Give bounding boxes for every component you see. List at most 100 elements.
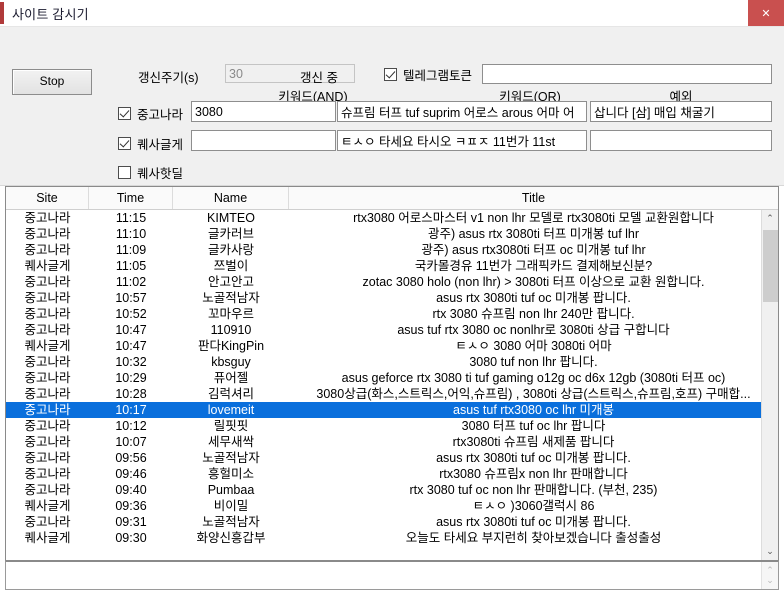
table-row[interactable]: 중고나라 11:09 글카사랑 광주) asus rtx3080ti 터프 oc 미개… bbox=[6, 242, 778, 258]
table-row[interactable]: 중고나라 09:46 흥헐미소 rtx3080 슈프림x non lhr 판매합니다 bbox=[6, 466, 778, 482]
checkbox-box-telegram[interactable] bbox=[384, 68, 397, 81]
cell-name: 글카러브 bbox=[207, 227, 254, 241]
table-row[interactable]: 중고나라 10:12 릴핏핏 3080 터프 tuf oc lhr 팝니다 bbox=[6, 418, 778, 434]
cell-site: 중고나라 bbox=[24, 515, 71, 529]
cell-title: 3080상급(화스,스트릭스,어익,슈프림) , 3080ti 상급(스트릭스,… bbox=[316, 387, 751, 401]
cell-site: 중고나라 bbox=[24, 355, 71, 369]
cell-site: 중고나라 bbox=[24, 307, 71, 321]
site-label-1: 퀘사글게 bbox=[137, 138, 184, 152]
table-row[interactable]: 중고나라 09:40 Pumbaa rtx 3080 tuf oc non lhr 판… bbox=[6, 482, 778, 498]
checkbox-box-site-1[interactable] bbox=[118, 137, 131, 150]
scroll-up-arrow-icon[interactable]: ⌃ bbox=[762, 210, 778, 227]
keyword-and-input-0[interactable] bbox=[191, 101, 336, 122]
exception-input-1[interactable] bbox=[590, 130, 772, 151]
cell-time: 10:52 bbox=[115, 307, 147, 321]
cell-site: 중고나라 bbox=[24, 403, 71, 417]
cell-time: 10:32 bbox=[115, 355, 147, 369]
cell-site: 중고나라 bbox=[24, 419, 71, 433]
telegram-token-checkbox[interactable]: 텔레그램토큰 bbox=[384, 65, 472, 84]
detail-vertical-scrollbar[interactable]: ⌃ ⌄ bbox=[761, 562, 778, 589]
cell-name: 110910 bbox=[210, 323, 252, 337]
detail-panel: ⌃ ⌄ bbox=[5, 560, 779, 590]
cell-name: 김럭셔리 bbox=[207, 387, 254, 401]
table-row[interactable]: 중고나라 10:29 퓨어젤 asus geforce rtx 3080 ti tuf… bbox=[6, 370, 778, 386]
table-row[interactable]: 중고나라 10:32 kbsguy 3080 tuf non lhr 팝니다. bbox=[6, 354, 778, 370]
site-label-2: 퀘사핫딜 bbox=[137, 167, 184, 181]
telegram-token-input[interactable] bbox=[482, 64, 772, 84]
table-row[interactable]: 중고나라 10:47 110910 asus tuf rtx 3080 oc nonl… bbox=[6, 322, 778, 338]
close-button[interactable]: ✕ bbox=[748, 0, 784, 26]
keyword-or-input-0[interactable] bbox=[337, 101, 587, 122]
table-row[interactable]: 중고나라 11:10 글카러브 광주) asus rtx 3080ti 터프 미개봉 … bbox=[6, 226, 778, 242]
column-header-time[interactable]: Time bbox=[89, 187, 173, 209]
table-row[interactable]: 중고나라 09:31 노골적남자 asus rtx 3080ti tuf oc 미개봉… bbox=[6, 514, 778, 530]
table-row[interactable]: 퀘사글게 10:47 판다KingPin ㅌㅅㅇ 3080 어마 3080ti 어마 bbox=[6, 338, 778, 354]
column-header-title[interactable]: Title bbox=[289, 187, 778, 209]
cell-site: 중고나라 bbox=[24, 227, 71, 241]
cell-site: 중고나라 bbox=[24, 275, 71, 289]
cell-name: 화양신흥갑부 bbox=[196, 531, 266, 545]
cell-name: 쯔벌이 bbox=[213, 259, 249, 273]
table-row[interactable]: 중고나라 10:07 세무새싹 rtx3080ti 슈프림 새제품 팝니다 bbox=[6, 434, 778, 450]
cell-time: 11:15 bbox=[115, 211, 147, 225]
site-checkbox-1[interactable]: 퀘사글게 bbox=[118, 134, 183, 153]
table-row[interactable]: 중고나라 10:57 노골적남자 asus rtx 3080ti tuf oc 미개봉… bbox=[6, 290, 778, 306]
column-header-site[interactable]: Site bbox=[6, 187, 89, 209]
cell-site: 중고나라 bbox=[24, 291, 71, 305]
site-checkbox-2[interactable]: 퀘사핫딜 bbox=[118, 163, 183, 182]
site-checkbox-0[interactable]: 중고나라 bbox=[118, 104, 183, 123]
table-row[interactable]: 중고나라 10:17 lovemeit asus tuf rtx3080 oc lhr… bbox=[6, 402, 778, 418]
scrollbar-thumb[interactable] bbox=[763, 230, 778, 302]
cell-title: zotac 3080 holo (non lhr) > 3080ti 터프 이상… bbox=[362, 275, 705, 289]
cell-site: 중고나라 bbox=[24, 483, 71, 497]
cell-time: 09:56 bbox=[115, 451, 147, 465]
table-row[interactable]: 퀘사글게 11:05 쯔벌이 국카몰경유 11번가 그래픽카드 결제해보신분? bbox=[6, 258, 778, 274]
keyword-and-input-1[interactable] bbox=[191, 130, 336, 151]
table-row[interactable]: 중고나라 10:28 김럭셔리 3080상급(화스,스트릭스,어익,슈프림) , 30… bbox=[6, 386, 778, 402]
cell-name: 릴핏핏 bbox=[213, 419, 249, 433]
cell-name: 안고안고 bbox=[207, 275, 254, 289]
column-header-name[interactable]: Name bbox=[173, 187, 289, 209]
cell-site: 중고나라 bbox=[24, 243, 71, 257]
cell-name: 비이밀 bbox=[213, 499, 249, 513]
table-vertical-scrollbar[interactable]: ⌃ ⌄ bbox=[761, 210, 778, 560]
cell-site: 중고나라 bbox=[24, 435, 71, 449]
checkbox-box-site-0[interactable] bbox=[118, 107, 131, 120]
cell-site: 중고나라 bbox=[24, 451, 71, 465]
cell-title: rtx3080ti 슈프림 새제품 팝니다 bbox=[452, 435, 615, 449]
cell-name: 흥헐미소 bbox=[207, 467, 254, 481]
settings-toolbar: Stop 갱신주기(s) 갱신 중 텔레그램토큰 키워드(AND) 키워드(OR… bbox=[0, 27, 784, 209]
cell-time: 10:47 bbox=[115, 339, 147, 353]
table-row[interactable]: 중고나라 11:02 안고안고 zotac 3080 holo (non lhr) >… bbox=[6, 274, 778, 290]
cell-name: 노골적남자 bbox=[202, 451, 260, 465]
table-header-row: Site Time Name Title bbox=[6, 187, 778, 210]
cell-title: asus rtx 3080ti tuf oc 미개봉 팝니다. bbox=[436, 515, 631, 529]
cell-site: 퀘사글게 bbox=[24, 499, 71, 513]
cell-name: 노골적남자 bbox=[202, 291, 260, 305]
detail-scroll-down-arrow-icon[interactable]: ⌄ bbox=[762, 572, 778, 589]
cell-time: 09:30 bbox=[115, 531, 147, 545]
cell-time: 09:46 bbox=[115, 467, 147, 481]
cell-title: 국카몰경유 11번가 그래픽카드 결제해보신분? bbox=[414, 259, 653, 273]
table-row[interactable]: 중고나라 09:56 노골적남자 asus rtx 3080ti tuf oc 미개봉… bbox=[6, 450, 778, 466]
cell-time: 09:36 bbox=[115, 499, 147, 513]
keyword-or-input-1[interactable] bbox=[337, 130, 587, 151]
cell-title: asus geforce rtx 3080 ti tuf gaming o12g… bbox=[341, 371, 726, 385]
table-row[interactable]: 중고나라 11:15 KIMTEO rtx3080 어로스마스터 v1 non lhr… bbox=[6, 210, 778, 226]
cell-title: asus rtx 3080ti tuf oc 미개봉 팝니다. bbox=[436, 291, 631, 305]
site-label-0: 중고나라 bbox=[137, 108, 184, 122]
title-accent-bar bbox=[0, 2, 4, 24]
stop-button[interactable]: Stop bbox=[12, 69, 92, 95]
table-row[interactable]: 퀘사글게 09:36 비이밀 ㅌㅅㅇ )3060갤럭시 86 bbox=[6, 498, 778, 514]
cell-site: 퀘사글게 bbox=[24, 531, 71, 545]
checkbox-box-site-2[interactable] bbox=[118, 166, 131, 179]
table-row[interactable]: 중고나라 10:52 꼬마우르 rtx 3080 슈프림 non lhr 240만 팝… bbox=[6, 306, 778, 322]
window-title: 사이트 감시기 bbox=[12, 6, 89, 22]
table-row[interactable]: 퀘사글게 09:30 화양신흥갑부 오늘도 타세요 부지런히 찾아보겠습니다 출성출성 bbox=[6, 530, 778, 546]
cell-title: 오늘도 타세요 부지런히 찾아보겠습니다 출성출성 bbox=[405, 531, 662, 545]
telegram-token-label: 텔레그램토큰 bbox=[403, 69, 473, 83]
interval-label: 갱신주기(s) bbox=[138, 71, 199, 85]
cell-name: 노골적남자 bbox=[202, 515, 260, 529]
exception-input-0[interactable] bbox=[590, 101, 772, 122]
scroll-down-arrow-icon[interactable]: ⌄ bbox=[762, 543, 778, 560]
